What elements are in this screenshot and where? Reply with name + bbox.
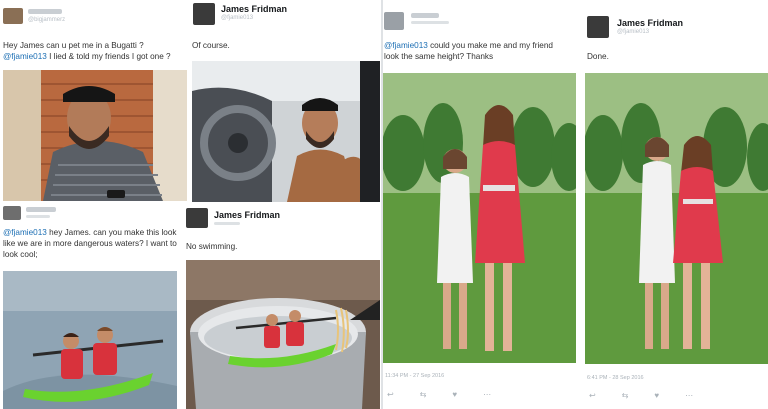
- like-icon[interactable]: ♥: [654, 391, 659, 400]
- photo-two-girls-same-height: [585, 73, 768, 364]
- display-name[interactable]: James Fridman: [221, 4, 287, 14]
- tweet-text: @fjamie013 could you make me and my frie…: [384, 40, 580, 62]
- user-handle: @fjamie013: [617, 29, 650, 35]
- tweet-line-1: @fjamie013 hey James. can you make this …: [3, 227, 182, 238]
- tweet-line-2: like we are in more dangerous waters? I …: [3, 239, 177, 248]
- handle-redacted: [26, 215, 50, 218]
- photo-kayak-lake: [3, 271, 177, 409]
- tweet-line-1: @fjamie013 could you make me and my frie…: [384, 40, 580, 51]
- more-icon[interactable]: ⋯: [685, 391, 693, 400]
- tweet-photo-original[interactable]: [3, 271, 177, 409]
- avatar[interactable]: [384, 12, 404, 30]
- reply-icon[interactable]: ↩: [589, 391, 596, 400]
- tweet-line-2: look the same height? Thanks: [384, 52, 494, 61]
- tweet-text: No swimming.: [186, 242, 238, 251]
- tweet-line-1-text: could you make me and my friend: [427, 41, 553, 50]
- tweet-text: @fjamie013 hey James. can you make this …: [3, 227, 182, 260]
- mention-link[interactable]: @fjamie013: [3, 228, 47, 237]
- avatar[interactable]: [193, 3, 215, 25]
- handle-redacted: [214, 222, 240, 225]
- mention-link[interactable]: @fjamie013: [3, 52, 47, 61]
- more-icon[interactable]: ⋯: [483, 390, 491, 399]
- handle-redacted: [411, 21, 449, 24]
- tweet-line-2: @fjamie013 I lied & told my friends I go…: [3, 51, 188, 62]
- avatar[interactable]: [587, 16, 609, 38]
- user-handle: @bigjammerz: [28, 17, 66, 23]
- avatar[interactable]: [3, 206, 21, 220]
- tweet-timestamp[interactable]: 11:34 PM - 27 Sep 2016: [385, 373, 444, 379]
- photo-two-girls-garden: [383, 73, 576, 363]
- avatar[interactable]: [186, 208, 208, 228]
- tweet-text: Done.: [587, 52, 609, 61]
- display-name-redacted: [411, 13, 439, 18]
- tweet-actions: ↩ ⇆ ♥ ⋯: [589, 391, 693, 400]
- tweet-timestamp[interactable]: 6:41 PM - 28 Sep 2016: [587, 375, 644, 381]
- tweet-photo-edited[interactable]: [192, 61, 380, 202]
- mention-link[interactable]: @fjamie013: [384, 41, 428, 50]
- tweet-line-2-text: I lied & told my friends I got one ?: [46, 52, 171, 61]
- tweet-text: Of course.: [192, 41, 230, 50]
- photo-man-brick-wall: [3, 70, 187, 201]
- display-name[interactable]: James Fridman: [214, 210, 280, 220]
- tweet-photo-original[interactable]: [3, 70, 187, 201]
- retweet-icon[interactable]: ⇆: [622, 391, 629, 400]
- tweet-photo-edited[interactable]: [186, 260, 380, 409]
- photo-kayak-in-pot: [186, 260, 380, 409]
- avatar[interactable]: [3, 8, 23, 24]
- tweet-actions: ↩ ⇆ ♥ ⋯: [387, 390, 491, 399]
- reply-icon[interactable]: ↩: [387, 390, 394, 399]
- tweet-line-3: look cool;: [3, 250, 38, 259]
- tweet-photo-original[interactable]: [383, 73, 576, 363]
- tweet-panel-bugatti-reply: James Fridman @fjamie013 Of course.: [190, 0, 380, 203]
- like-icon[interactable]: ♥: [452, 390, 457, 399]
- tweet-photo-edited[interactable]: [585, 73, 768, 364]
- tweet-text: Hey James can u pet me in a Bugatti ? @f…: [3, 40, 188, 62]
- tweet-panel-bugatti-request: @bigjammerz Hey James can u pet me in a …: [0, 0, 188, 203]
- user-handle: @fjamie013: [221, 15, 254, 21]
- tweet-line-1-text: hey James. can you make this look: [46, 228, 177, 237]
- tweet-panel-height-request: @fjamie013 could you make me and my frie…: [383, 0, 582, 409]
- display-name-redacted: [26, 207, 56, 212]
- tweet-panel-kayak-request: @fjamie013 hey James. can you make this …: [0, 204, 182, 409]
- tweet-line-1: Hey James can u pet me in a Bugatti ?: [3, 41, 144, 50]
- tweet-panel-kayak-reply: James Fridman No swimming.: [184, 204, 380, 409]
- display-name[interactable]: James Fridman: [617, 18, 683, 28]
- tweet-panel-height-reply: James Fridman @fjamie013 Done. 6:41 PM -…: [585, 0, 768, 409]
- photo-man-in-car: [192, 61, 380, 202]
- display-name-redacted: [28, 9, 62, 14]
- retweet-icon[interactable]: ⇆: [420, 390, 427, 399]
